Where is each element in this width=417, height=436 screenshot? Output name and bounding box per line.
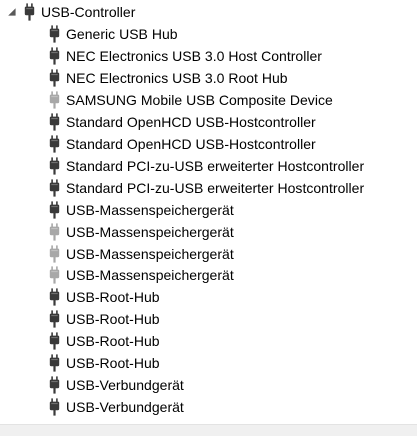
device-label: USB-Verbundgerät [66,399,184,416]
usb-plug-icon [49,266,60,284]
device-label: USB-Root-Hub [66,333,160,350]
usb-plug-icon [49,91,60,109]
horizontal-scrollbar[interactable] [0,424,417,436]
tree-item-device[interactable]: Standard PCI-zu-USB erweiterter Hostcont… [49,178,364,198]
device-label: USB-Root-Hub [66,311,160,328]
device-label: USB-Root-Hub [66,355,160,372]
usb-plug-icon [49,69,60,87]
device-label: Standard OpenHCD USB-Hostcontroller [66,135,316,152]
device-label: USB-Massenspeichergerät [66,223,234,240]
usb-plug-icon [49,179,60,197]
device-label: USB-Root-Hub [66,289,160,306]
tree-item-device[interactable]: USB-Massenspeichergerät [49,200,234,220]
usb-plug-icon [49,135,60,153]
device-label: NEC Electronics USB 3.0 Root Hub [66,69,288,86]
usb-plug-icon [49,222,60,241]
device-label: USB-Massenspeichergerät [66,267,234,284]
tree-item-device[interactable]: USB-Root-Hub [49,287,160,307]
tree-item-device[interactable]: Generic USB Hub [49,24,178,44]
device-label: Standard PCI-zu-USB erweiterter Hostcont… [66,157,365,174]
device-label: NEC Electronics USB 3.0 Host Controller [66,48,322,64]
tree-item-device[interactable]: SAMSUNG Mobile USB Composite Device [49,90,333,110]
device-label: Standard PCI-zu-USB erweiterter Hostcont… [66,179,365,196]
usb-plug-icon [24,3,35,21]
usb-plug-icon [49,332,60,350]
usb-plug-icon [49,113,60,131]
device-label: Standard OpenHCD USB-Hostcontroller [66,113,316,130]
tree-item-device[interactable]: Standard OpenHCD USB-Hostcontroller [49,112,316,132]
category-label: USB-Controller [41,4,136,20]
device-label: USB-Verbundgerät [66,377,184,394]
usb-plug-icon [49,200,60,219]
tree-item-device[interactable]: USB-Massenspeichergerät [49,244,234,264]
tree-item-device[interactable]: USB-Root-Hub [49,353,160,373]
usb-plug-icon [49,25,60,43]
usb-plug-icon [49,398,60,416]
device-label: SAMSUNG Mobile USB Composite Device [66,91,333,108]
tree-item-device[interactable]: Standard OpenHCD USB-Hostcontroller [49,134,316,154]
tree-item-device[interactable]: NEC Electronics USB 3.0 Root Hub [49,68,288,88]
tree-item-device[interactable]: USB-Verbundgerät [49,375,184,395]
device-label: USB-Massenspeichergerät [66,201,234,218]
tree-item-device[interactable]: USB-Massenspeichergerät [49,222,234,242]
tree-item-device[interactable]: NEC Electronics USB 3.0 Host Controller [49,46,322,66]
usb-plug-icon [49,376,60,394]
tree-item-device[interactable]: USB-Root-Hub [49,331,160,351]
tree-item-device[interactable]: USB-Root-Hub [49,309,160,329]
usb-plug-icon [49,47,60,65]
usb-plug-icon [49,310,60,328]
tree-item-device[interactable]: USB-Verbundgerät [49,397,184,417]
usb-plug-icon [49,354,60,372]
tree-item-device[interactable]: USB-Massenspeichergerät [49,265,234,285]
tree-item-device[interactable]: Standard PCI-zu-USB erweiterter Hostcont… [49,156,364,176]
device-label: Generic USB Hub [66,26,178,42]
usb-plug-icon [49,157,60,175]
usb-plug-icon [49,288,60,306]
device-tree[interactable]: USB-Controller Generic USB Hub NEC Electr… [0,0,417,424]
usb-plug-icon [49,244,60,263]
tree-category-usb-controller[interactable]: USB-Controller [6,2,135,22]
chevron-down-icon[interactable] [6,6,18,18]
device-label: USB-Massenspeichergerät [66,245,234,262]
